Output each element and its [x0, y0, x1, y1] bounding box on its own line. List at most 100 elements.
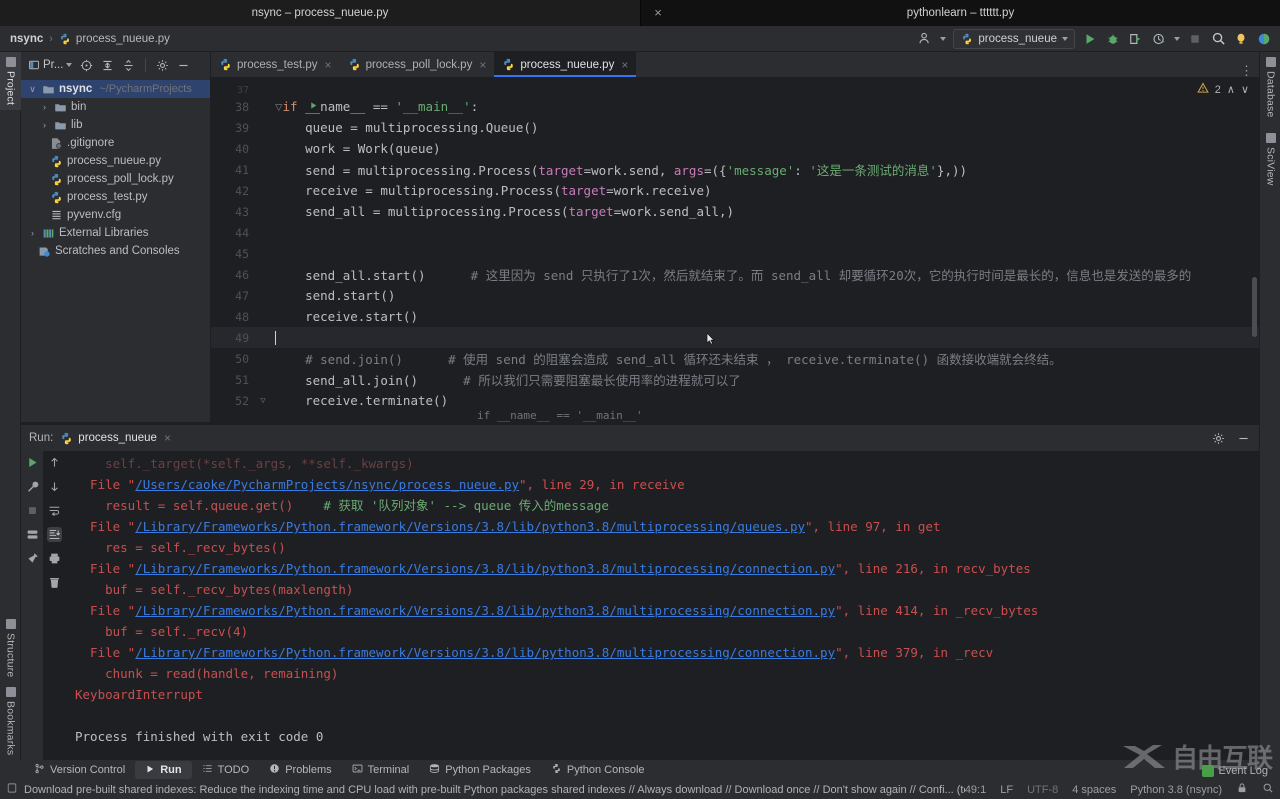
stacktrace-link[interactable]: /Library/Frameworks/Python.framework/Ver… — [135, 519, 805, 534]
editor-tab-process-poll-lock[interactable]: process_poll_lock.py × — [340, 52, 495, 77]
collapse-all-icon[interactable] — [122, 59, 135, 72]
sidebar-item-sciview[interactable]: SciView — [1260, 128, 1280, 191]
event-log-label[interactable]: Event Log — [1218, 765, 1268, 777]
tree-node-gitignore[interactable]: .gitignore — [21, 134, 210, 152]
profile-chevron-down-icon[interactable] — [1174, 36, 1180, 41]
breadcrumb-file[interactable]: process_nueue.py — [76, 33, 170, 45]
code-editor[interactable]: 2 ∧ ∨ 37 38 ▽if __name__ == '__main__': … — [211, 77, 1259, 424]
close-icon[interactable]: × — [621, 58, 628, 72]
caret-position[interactable]: 49:1 — [965, 784, 986, 796]
editor-scrollbar[interactable] — [1252, 277, 1257, 337]
code-line-50[interactable]: 50 # send.join() # 使用 send 的阻塞会造成 send_a… — [211, 348, 1259, 369]
editor-tab-process-test[interactable]: process_test.py × — [211, 52, 340, 77]
account-chevron-down-icon[interactable] — [940, 36, 947, 41]
sidebar-item-bookmarks[interactable]: Bookmarks — [0, 682, 21, 760]
editor-tab-options[interactable]: ⋮ — [1240, 64, 1259, 77]
event-log-widget[interactable]: Event Log — [1202, 765, 1268, 777]
status-message[interactable]: Download pre-built shared indexes: Reduc… — [24, 784, 965, 796]
tool-button-terminal[interactable]: Terminal — [342, 761, 420, 779]
run-icon[interactable] — [1082, 31, 1098, 47]
file-encoding[interactable]: UTF-8 — [1027, 784, 1058, 796]
scroll-from-source-icon[interactable] — [80, 59, 93, 72]
search-icon[interactable] — [1210, 31, 1226, 47]
profile-icon[interactable] — [1151, 31, 1167, 47]
pin-icon[interactable] — [25, 551, 40, 566]
tree-node-bin[interactable]: › bin — [21, 98, 210, 116]
inspections-icon[interactable] — [1262, 782, 1274, 797]
stacktrace-link[interactable]: /Library/Frameworks/Python.framework/Ver… — [135, 645, 835, 660]
sidebar-item-project[interactable]: Project — [0, 52, 21, 111]
tree-node-process-test[interactable]: process_test.py — [21, 188, 210, 206]
code-line-44[interactable]: 44 — [211, 222, 1259, 243]
tree-node-process-nueue[interactable]: process_nueue.py — [21, 152, 210, 170]
code-line-52[interactable]: 52 ▽ receive.terminate() — [211, 390, 1259, 411]
notification-icon[interactable] — [6, 782, 18, 797]
updates-icon[interactable] — [1256, 31, 1272, 47]
minimize-icon[interactable] — [1236, 431, 1251, 446]
chevron-right-icon[interactable]: › — [39, 102, 50, 112]
run-with-coverage-icon[interactable] — [1128, 31, 1144, 47]
more-options-icon[interactable]: ⋮ — [1240, 64, 1253, 77]
sidebar-item-database[interactable]: Database — [1260, 52, 1280, 123]
clear-all-icon[interactable] — [47, 575, 62, 590]
lock-icon[interactable] — [1236, 782, 1248, 797]
indent-setting[interactable]: 4 spaces — [1072, 784, 1116, 796]
code-line-43[interactable]: 43 send_all = multiprocessing.Process(ta… — [211, 201, 1259, 222]
print-icon[interactable] — [47, 551, 62, 566]
run-configuration-selector[interactable]: process_nueue — [953, 28, 1075, 49]
soft-wrap-icon[interactable] — [47, 503, 62, 518]
close-icon[interactable]: × — [164, 431, 171, 445]
code-line-51[interactable]: 51 send_all.join() # 所以我们只需要阻塞最长使用率的进程就可… — [211, 369, 1259, 390]
python-interpreter[interactable]: Python 3.8 (nsync) — [1130, 784, 1222, 796]
gear-icon[interactable] — [1211, 431, 1226, 446]
tree-node-external-libraries[interactable]: › External Libraries — [21, 224, 210, 242]
chevron-right-icon[interactable]: › — [39, 120, 50, 130]
inspection-widget[interactable]: 2 ∧ ∨ — [1196, 82, 1249, 97]
chevron-down-icon[interactable] — [1062, 36, 1068, 41]
tool-button-version-control[interactable]: Version Control — [24, 761, 135, 779]
prev-occurrence-icon[interactable] — [47, 455, 62, 470]
code-line-39[interactable]: 39 queue = multiprocessing.Queue() — [211, 117, 1259, 138]
code-line-48[interactable]: 48 receive.start() — [211, 306, 1259, 327]
expand-all-icon[interactable] — [101, 59, 114, 72]
close-icon[interactable]: × — [651, 6, 665, 20]
run-tab-process-nueue[interactable]: process_nueue × — [60, 431, 171, 445]
code-line-49[interactable]: 49 — [211, 327, 1259, 348]
minimize-icon[interactable] — [177, 59, 190, 72]
wrench-icon[interactable] — [25, 479, 40, 494]
stacktrace-link[interactable]: /Library/Frameworks/Python.framework/Ver… — [135, 603, 835, 618]
sidebar-item-structure[interactable]: Structure — [0, 614, 21, 682]
tree-node-process-poll-lock[interactable]: process_poll_lock.py — [21, 170, 210, 188]
tool-button-python-console[interactable]: Python Console — [541, 761, 655, 779]
tip-of-the-day-icon[interactable] — [1233, 31, 1249, 47]
close-icon[interactable]: × — [479, 58, 486, 72]
next-occurrence-icon[interactable] — [47, 479, 62, 494]
line-separator[interactable]: LF — [1000, 784, 1013, 796]
gear-icon[interactable] — [156, 59, 169, 72]
stacktrace-link[interactable]: /Users/caoke/PycharmProjects/nsync/proce… — [135, 477, 519, 492]
tool-button-problems[interactable]: Problems — [259, 761, 341, 779]
tree-node-nsync[interactable]: ∨ nsync ~/PycharmProjects — [21, 80, 210, 98]
tree-node-lib[interactable]: › lib — [21, 116, 210, 134]
rerun-icon[interactable] — [25, 455, 40, 470]
code-line-46[interactable]: 46 send_all.start() # 这里因为 send 只执行了1次，然… — [211, 264, 1259, 285]
editor-breadcrumb[interactable]: if __name__ == '__main__' — [477, 409, 643, 422]
tool-button-python-packages[interactable]: Python Packages — [419, 761, 541, 779]
scroll-to-end-icon[interactable] — [46, 527, 62, 542]
code-line-42[interactable]: 42 receive = multiprocessing.Process(tar… — [211, 180, 1259, 201]
project-view-selector[interactable]: Pr... — [27, 59, 73, 72]
tree-node-pyvenv-cfg[interactable]: pyvenv.cfg — [21, 206, 210, 224]
project-chevron-down-icon[interactable] — [66, 63, 73, 67]
next-problem-icon[interactable]: ∨ — [1241, 83, 1249, 96]
code-line-38[interactable]: 38 ▽if __name__ == '__main__': — [211, 96, 1259, 117]
account-icon[interactable] — [917, 31, 933, 47]
editor-tab-process-nueue[interactable]: process_nueue.py × — [494, 52, 637, 77]
tree-node-scratches-and-consoles[interactable]: Scratches and Consoles — [21, 242, 210, 260]
stacktrace-link[interactable]: /Library/Frameworks/Python.framework/Ver… — [135, 561, 835, 576]
thread-dump-icon[interactable] — [25, 527, 40, 542]
breadcrumb-project[interactable]: nsync — [10, 33, 43, 45]
code-line-45[interactable]: 45 — [211, 243, 1259, 264]
close-icon[interactable]: × — [325, 58, 332, 72]
chevron-right-icon[interactable]: › — [27, 228, 38, 238]
debug-icon[interactable] — [1105, 31, 1121, 47]
